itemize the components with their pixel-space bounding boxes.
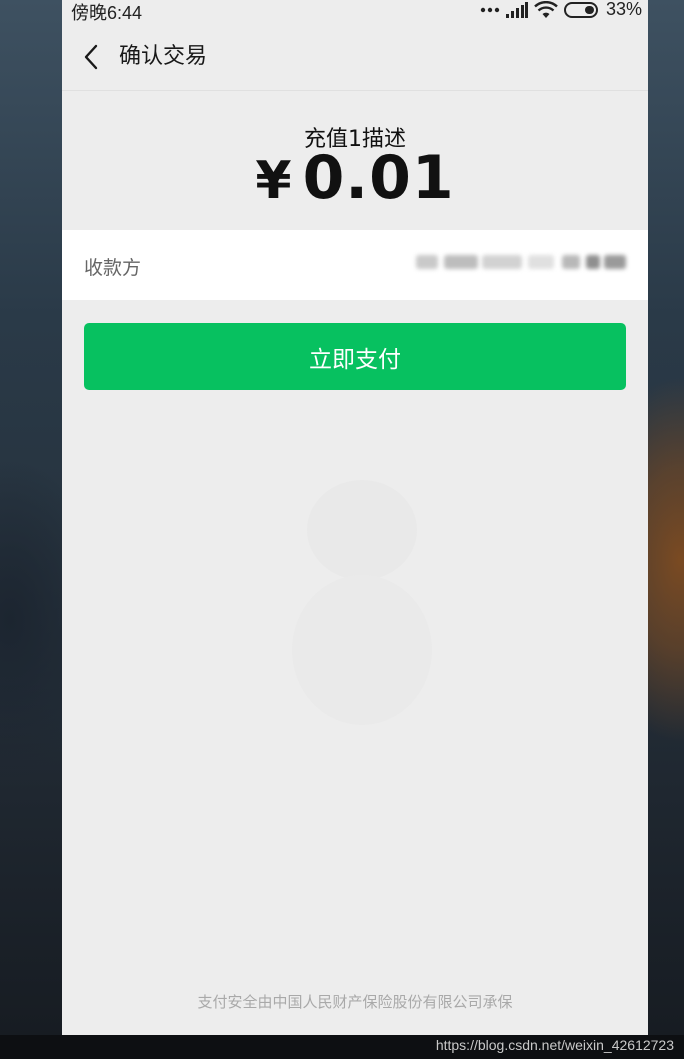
battery-icon xyxy=(563,1,600,18)
battery-percent: 33% xyxy=(605,0,642,19)
back-button[interactable] xyxy=(78,42,104,72)
payee-row: 收款方 xyxy=(62,230,648,300)
amount-area: 充值1描述 ¥0.01 xyxy=(62,91,648,229)
amount-number: 0.01 xyxy=(302,143,455,213)
insurance-note: 支付安全由中国人民财产保险股份有限公司承保 xyxy=(197,993,513,1011)
chevron-left-icon xyxy=(84,44,98,70)
phone-screen: 傍晚6:44 33% 确认交易 充值1描述 ¥ 0.01 收款方 立即支付 支付… xyxy=(62,0,648,1035)
currency-symbol: ¥ xyxy=(255,151,293,211)
nav-bar: 确认交易 xyxy=(62,22,648,91)
payment-amount: ¥0.01 xyxy=(62,143,648,213)
pay-now-button[interactable]: 立即支付 xyxy=(84,323,626,390)
wifi-icon xyxy=(534,0,558,19)
payee-value-redacted xyxy=(416,255,626,269)
more-dots-icon xyxy=(480,7,500,13)
signal-icon xyxy=(505,1,528,18)
status-bar: 傍晚6:44 33% xyxy=(62,0,648,23)
page-title: 确认交易 xyxy=(119,44,208,69)
watermark-shape xyxy=(292,480,432,725)
watermark-credit: https://blog.csdn.net/weixin_42612723 xyxy=(435,1037,674,1053)
status-icons: 33% xyxy=(480,0,642,20)
payee-label: 收款方 xyxy=(84,257,142,279)
